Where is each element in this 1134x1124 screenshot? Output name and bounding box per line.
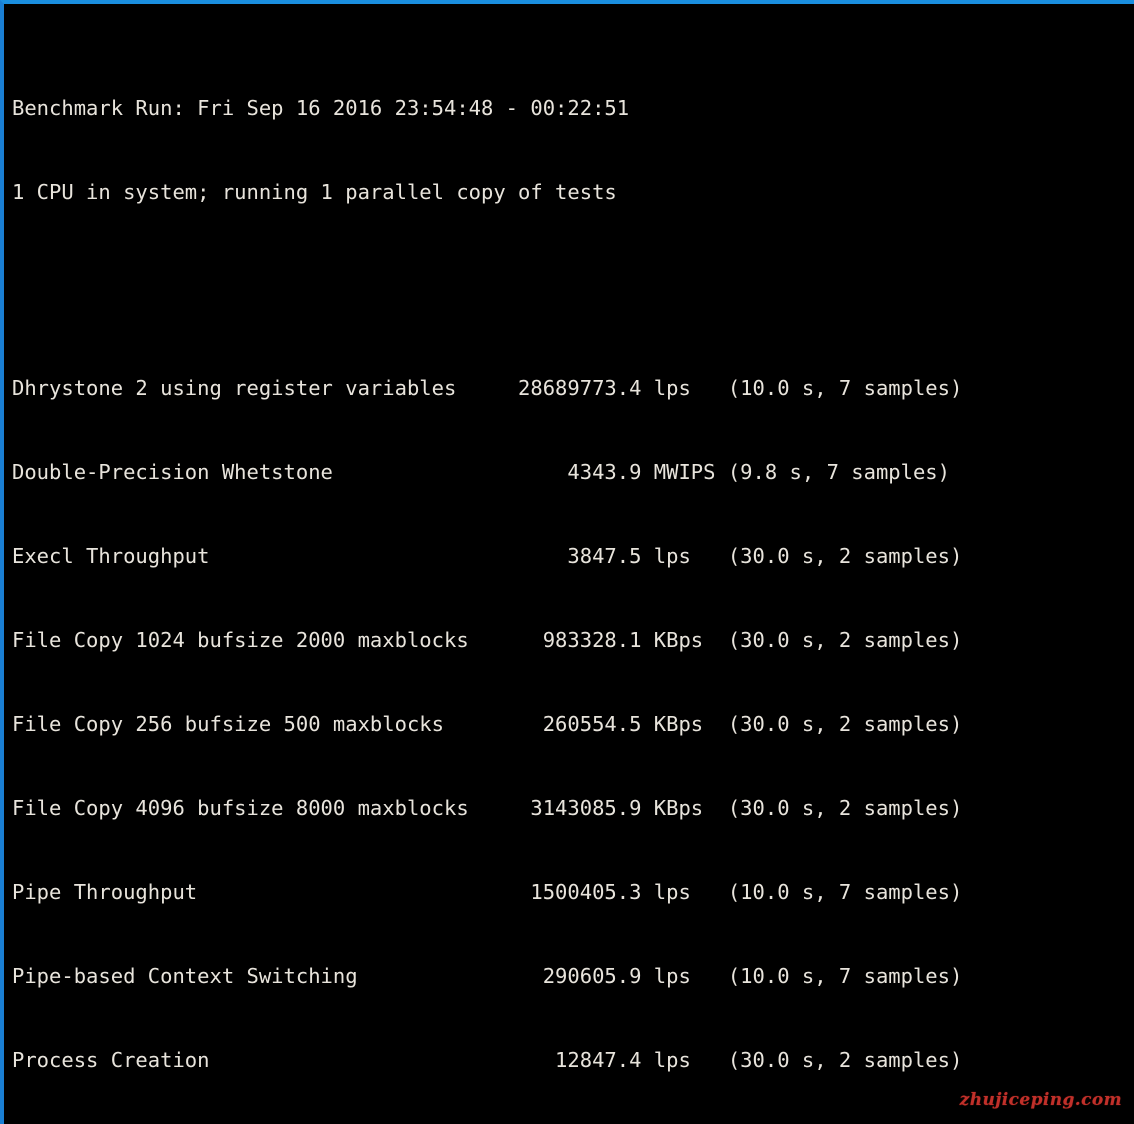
raw-result-row: Dhrystone 2 using register variables 286… xyxy=(12,376,963,400)
raw-result-row: Process Creation 12847.4 lps (30.0 s, 2 … xyxy=(12,1048,963,1072)
raw-result-row: Double-Precision Whetstone 4343.9 MWIPS … xyxy=(12,460,950,484)
benchmark-run-line: Benchmark Run: Fri Sep 16 2016 23:54:48 … xyxy=(12,96,630,120)
cpu-info-line: 1 CPU in system; running 1 parallel copy… xyxy=(12,180,617,204)
terminal-window[interactable]: Benchmark Run: Fri Sep 16 2016 23:54:48 … xyxy=(0,0,1134,1124)
raw-result-row: Execl Throughput 3847.5 lps (30.0 s, 2 s… xyxy=(12,544,963,568)
raw-result-row: Pipe-based Context Switching 290605.9 lp… xyxy=(12,964,963,988)
raw-result-row: File Copy 4096 bufsize 8000 maxblocks 31… xyxy=(12,796,963,820)
raw-result-row: File Copy 1024 bufsize 2000 maxblocks 98… xyxy=(12,628,963,652)
raw-result-row: Pipe Throughput 1500405.3 lps (10.0 s, 7… xyxy=(12,880,963,904)
raw-result-row: File Copy 256 bufsize 500 maxblocks 2605… xyxy=(12,712,963,736)
terminal-screen[interactable]: Benchmark Run: Fri Sep 16 2016 23:54:48 … xyxy=(8,8,1134,1124)
